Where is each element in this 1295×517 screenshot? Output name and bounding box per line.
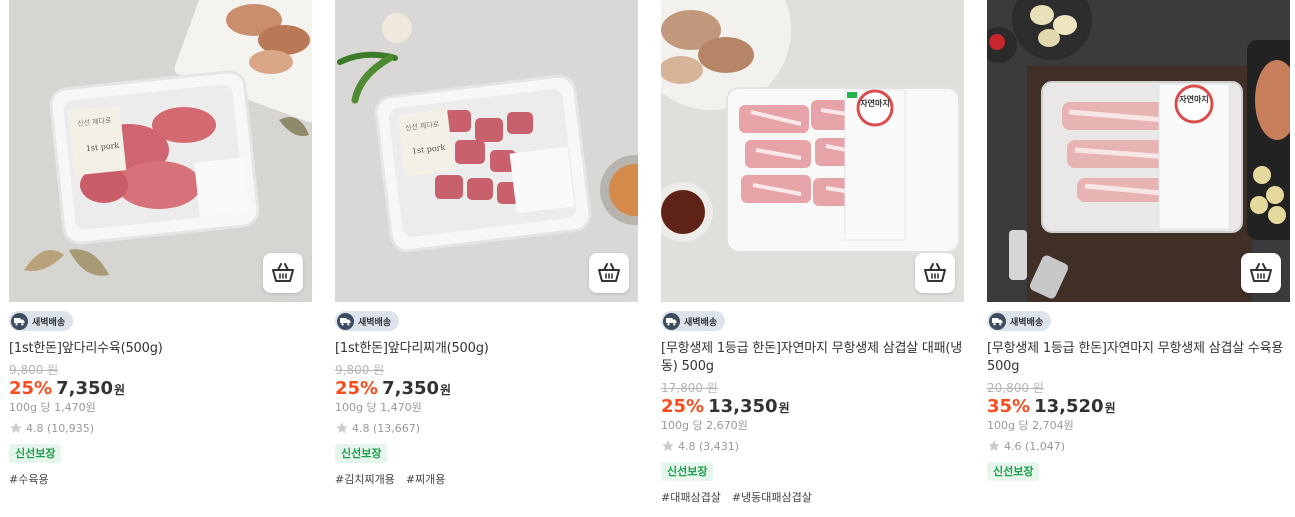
product-image[interactable]: 자연마지 [661,0,964,302]
price-row: 25% 7,350 원 [335,378,638,401]
freshness-badge: 신선보장 [987,462,1040,481]
rating: 4.6 (1,047) [987,439,1290,453]
product-title[interactable]: [1st한돈]앞다리수육(500g) [9,340,312,358]
delivery-label: 새벽배송 [358,317,392,328]
currency-unit: 원 [114,383,126,397]
truck-icon [11,312,28,330]
delivery-label: 새벽배송 [684,317,718,328]
cart-basket-icon [924,263,946,282]
add-to-cart-button[interactable] [1241,253,1281,293]
price-row: 25% 13,350 원 [661,396,964,419]
discount-rate: 25% [335,378,379,399]
delivery-tag: 새벽배송 [9,311,74,331]
product-card[interactable]: 자연마지 새벽배송 [무항생제 1등급 한돈]자연마지 무항생제 삼겹살 수육용… [987,0,1290,481]
original-price: 17,800 원 [661,381,718,395]
currency-unit: 원 [1104,401,1116,415]
delivery-label: 새벽배송 [1010,317,1044,328]
product-grid: 신선 제다로 1st pork 새벽배송 [1st한돈]앞다리수육(500g) … [0,0,1295,517]
product-card[interactable]: 자연마지 새벽배송 [무항생제 1등급 한돈]자연마지 무항생제 삼겹살 대패(… [661,0,964,505]
price-row: 25% 7,350 원 [9,378,312,401]
sale-price: 7,350 [56,378,114,399]
freshness-badge: 신선보장 [9,444,62,463]
star-icon [662,440,674,452]
discount-rate: 35% [987,396,1031,417]
original-price: 20,800 원 [987,381,1044,395]
add-to-cart-button[interactable] [915,253,955,293]
currency-unit: 원 [440,383,452,397]
hashtag[interactable]: #수육용 [9,471,49,487]
price-row: 35% 13,520 원 [987,396,1290,419]
cart-basket-icon [272,263,294,282]
rating-text: 4.6 (1,047) [1004,439,1066,453]
delivery-label: 새벽배송 [32,317,66,328]
sale-price: 7,350 [382,378,440,399]
unit-price: 100g 당 1,470원 [9,401,96,414]
freshness-badge: 신선보장 [661,462,714,481]
product-image[interactable]: 자연마지 [987,0,1290,302]
hashtag[interactable]: #찌개용 [406,471,446,487]
product-title[interactable]: [1st한돈]앞다리찌개(500g) [335,340,638,358]
unit-price: 100g 당 2,704원 [987,419,1074,432]
truck-icon [989,312,1006,330]
rating-text: 4.8 (3,431) [678,439,740,453]
unit-price: 100g 당 2,670원 [661,419,748,432]
delivery-tag: 새벽배송 [335,311,400,331]
cart-basket-icon [1250,263,1272,282]
sale-price: 13,520 [1034,396,1104,417]
original-price: 9,800 원 [335,363,385,377]
discount-rate: 25% [661,396,705,417]
hashtags: #대패삼겹살 #냉동대패삼겹살 [661,489,964,505]
discount-rate: 25% [9,378,53,399]
product-title[interactable]: [무항생제 1등급 한돈]자연마지 무항생제 삼겹살 수육용 500g [987,340,1290,376]
freshness-badge: 신선보장 [335,444,388,463]
cart-basket-icon [598,263,620,282]
hashtag[interactable]: #김치찌개용 [335,471,395,487]
svg-text:자연마지: 자연마지 [1179,94,1208,104]
star-icon [988,440,1000,452]
truck-icon [663,312,680,330]
add-to-cart-button[interactable] [263,253,303,293]
original-price: 9,800 원 [9,363,59,377]
svg-text:자연마지: 자연마지 [860,98,889,108]
product-image[interactable]: 신선 제다로 1st pork [335,0,638,302]
product-card[interactable]: 신선 제다로 1st pork 새벽배송 [1st한돈]앞다리찌개(500g) … [335,0,638,487]
rating-text: 4.8 (13,667) [352,421,421,435]
hashtags: #수육용 [9,471,312,487]
rating-text: 4.8 (10,935) [26,421,95,435]
delivery-tag: 새벽배송 [661,311,726,331]
product-image[interactable]: 신선 제다로 1st pork [9,0,312,302]
add-to-cart-button[interactable] [589,253,629,293]
hashtag[interactable]: #대패삼겹살 [661,489,721,505]
sale-price: 13,350 [708,396,778,417]
delivery-tag: 새벽배송 [987,311,1052,331]
rating: 4.8 (10,935) [9,421,312,435]
hashtag[interactable]: #냉동대패삼겹살 [732,489,812,505]
unit-price: 100g 당 1,470원 [335,401,422,414]
rating: 4.8 (3,431) [661,439,964,453]
rating: 4.8 (13,667) [335,421,638,435]
currency-unit: 원 [778,401,790,415]
truck-icon [337,312,354,330]
product-card[interactable]: 신선 제다로 1st pork 새벽배송 [1st한돈]앞다리수육(500g) … [9,0,312,487]
star-icon [336,422,348,434]
hashtags: #김치찌개용 #찌개용 [335,471,638,487]
star-icon [10,422,22,434]
product-title[interactable]: [무항생제 1등급 한돈]자연마지 무항생제 삼겹살 대패(냉동) 500g [661,340,964,376]
